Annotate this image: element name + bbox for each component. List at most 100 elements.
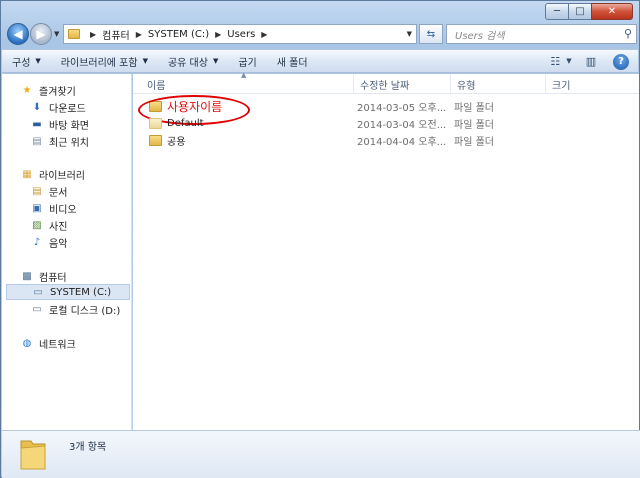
nav-item-downloads[interactable]: ⬇ 다운로드 xyxy=(2,99,132,115)
maximize-button[interactable]: □ xyxy=(568,3,592,20)
file-modified-cell: 2014-03-05 오후... xyxy=(357,103,447,114)
file-modified-cell: 2014-04-04 오후... xyxy=(357,137,447,148)
burn-label: 굽기 xyxy=(238,57,257,69)
column-type-label: 유형 xyxy=(457,80,476,92)
nav-favorites[interactable]: ★ 즐겨찾기 xyxy=(2,82,132,98)
nav-computer[interactable]: ▩ 컴퓨터 xyxy=(2,268,132,284)
chevron-down-icon: ▼ xyxy=(212,57,219,65)
nav-documents-label: 문서 xyxy=(49,187,68,199)
nav-favorites-label: 즐겨찾기 xyxy=(39,86,76,98)
nav-libraries-label: 라이브러리 xyxy=(39,170,85,182)
breadcrumb-chevron-icon[interactable]: ▶ xyxy=(261,30,267,39)
chevron-down-icon: ▼ xyxy=(142,57,148,65)
breadcrumb-chevron-icon[interactable]: ▶ xyxy=(90,30,96,39)
network-icon: ◍ xyxy=(22,337,32,349)
nav-local-disk-label: 로컬 디스크 (D:) xyxy=(49,305,121,317)
file-row[interactable]: Default 2014-03-04 오전... 파일 폴더 xyxy=(133,115,639,132)
nav-network[interactable]: ◍ 네트워크 xyxy=(2,335,132,351)
navigation-row: ◀ ▶ ▼ ▶ 컴퓨터 ▶ SYSTEM (C:) ▶ Users ▶ ▼ ⇆ … xyxy=(5,22,637,46)
preview-pane-icon: ▥ xyxy=(585,54,597,68)
address-bar[interactable]: ▶ 컴퓨터 ▶ SYSTEM (C:) ▶ Users ▶ ▼ xyxy=(63,24,417,44)
file-modified-cell: 2014-03-04 오전... xyxy=(357,120,447,131)
column-header-size[interactable]: 크기 xyxy=(546,74,639,94)
drive-icon: ▭ xyxy=(32,303,42,315)
nav-downloads-label: 다운로드 xyxy=(49,103,86,115)
organize-label: 구성 xyxy=(12,57,31,69)
nav-system-c-label: SYSTEM (C:) xyxy=(50,286,112,298)
change-view-button[interactable]: ☷ ▼ xyxy=(548,52,574,70)
sort-ascending-icon: ▲ xyxy=(241,71,247,79)
back-arrow-icon[interactable]: ◀ xyxy=(7,23,29,45)
column-header-type[interactable]: 유형 xyxy=(451,74,546,94)
minimize-button[interactable]: ─ xyxy=(545,3,569,20)
file-type-cell: 파일 폴더 xyxy=(454,120,494,131)
new-folder-label: 새 폴더 xyxy=(276,57,308,69)
breadcrumb-computer[interactable]: 컴퓨터 xyxy=(102,27,130,42)
close-button[interactable]: ✕ xyxy=(591,3,633,20)
nav-item-recent[interactable]: ▤ 최근 위치 xyxy=(2,133,132,149)
nav-recent-label: 최근 위치 xyxy=(49,137,89,149)
column-size-label: 크기 xyxy=(552,80,571,92)
include-library-label: 라이브러리에 포함 xyxy=(60,57,138,69)
refresh-icon: ⇆ xyxy=(426,28,436,40)
refresh-button[interactable]: ⇆ xyxy=(419,24,443,44)
nav-item-desktop[interactable]: ▬ 바탕 화면 xyxy=(2,116,132,132)
documents-icon: ▤ xyxy=(32,185,42,197)
pictures-icon: ▨ xyxy=(32,219,42,231)
column-name-label: 이름 xyxy=(147,80,166,92)
address-dropdown-chevron-icon[interactable]: ▼ xyxy=(407,30,412,38)
file-type-cell: 파일 폴더 xyxy=(454,137,494,148)
music-icon: ♪ xyxy=(33,236,41,248)
library-icon: ▦ xyxy=(22,168,32,180)
file-name-cell: Default xyxy=(149,115,204,132)
organize-button[interactable]: 구성 ▼ xyxy=(2,50,51,72)
file-row[interactable]: 공용 2014-04-04 오후... 파일 폴더 xyxy=(133,132,639,149)
breadcrumb-system-c[interactable]: SYSTEM (C:) xyxy=(148,29,209,40)
preview-pane-button[interactable]: ▥ xyxy=(578,52,604,70)
nav-desktop-label: 바탕 화면 xyxy=(49,120,89,132)
share-with-button[interactable]: 공유 대상 ▼ xyxy=(158,50,228,72)
chevron-down-icon: ▼ xyxy=(566,57,572,65)
caption-buttons: ─ □ ✕ xyxy=(545,3,633,20)
breadcrumb-chevron-icon[interactable]: ▶ xyxy=(215,30,221,39)
explorer-window: ─ □ ✕ ◀ ▶ ▼ ▶ 컴퓨터 ▶ SYSTEM (C:) ▶ Users … xyxy=(0,0,640,478)
burn-button[interactable]: 굽기 xyxy=(228,50,266,72)
column-header-name[interactable]: 이름 xyxy=(141,74,354,94)
folder-icon xyxy=(149,118,162,129)
nav-computer-label: 컴퓨터 xyxy=(39,272,67,284)
star-icon: ★ xyxy=(22,84,32,96)
system-drive-icon: ▭ xyxy=(33,286,43,298)
column-modified-label: 수정한 날짜 xyxy=(360,80,410,92)
nav-videos-label: 비디오 xyxy=(49,204,77,216)
nav-item-videos[interactable]: ▣ 비디오 xyxy=(2,200,132,216)
nav-item-local-disk-d[interactable]: ▭ 로컬 디스크 (D:) xyxy=(2,301,132,317)
folder-icon xyxy=(68,29,80,39)
column-headers: 이름 ▲ 수정한 날짜 유형 크기 xyxy=(133,71,639,94)
help-button[interactable]: ? xyxy=(608,52,634,70)
forward-arrow-icon[interactable]: ▶ xyxy=(30,23,52,45)
help-icon: ? xyxy=(613,53,629,70)
new-folder-button[interactable]: 새 폴더 xyxy=(267,50,318,72)
nav-libraries[interactable]: ▦ 라이브러리 xyxy=(2,166,132,182)
search-placeholder: Users 검색 xyxy=(455,30,505,42)
item-count: 3개 항목 xyxy=(69,442,107,453)
nav-item-system-c[interactable]: ▭ SYSTEM (C:) xyxy=(6,284,130,300)
folder-icon xyxy=(20,440,46,470)
nav-network-label: 네트워크 xyxy=(39,339,76,351)
search-input[interactable]: Users 검색 ⚲ xyxy=(446,24,637,44)
navigation-pane: ★ 즐겨찾기 ⬇ 다운로드 ▬ 바탕 화면 ▤ 최근 위치 ▦ 라이브러리 ▤ … xyxy=(2,74,132,430)
search-icon[interactable]: ⚲ xyxy=(624,27,632,40)
nav-item-music[interactable]: ♪ 음악 xyxy=(2,234,132,250)
breadcrumb-chevron-icon[interactable]: ▶ xyxy=(136,30,142,39)
view-controls: ☷ ▼ ▥ ? xyxy=(544,52,634,70)
recent-pages-chevron-icon[interactable]: ▼ xyxy=(54,30,59,38)
breadcrumb-users[interactable]: Users xyxy=(227,29,255,40)
nav-item-documents[interactable]: ▤ 문서 xyxy=(2,183,132,199)
view-list-icon: ☷ xyxy=(550,54,561,68)
column-header-modified[interactable]: 수정한 날짜 xyxy=(354,74,451,94)
nav-music-label: 음악 xyxy=(49,238,68,250)
recent-places-icon: ▤ xyxy=(32,135,42,147)
file-list-pane: 이름 ▲ 수정한 날짜 유형 크기 사용자이름 2014-03-05 오후...… xyxy=(133,71,639,430)
nav-item-pictures[interactable]: ▨ 사진 xyxy=(2,217,132,233)
include-in-library-button[interactable]: 라이브러리에 포함 ▼ xyxy=(51,50,158,72)
